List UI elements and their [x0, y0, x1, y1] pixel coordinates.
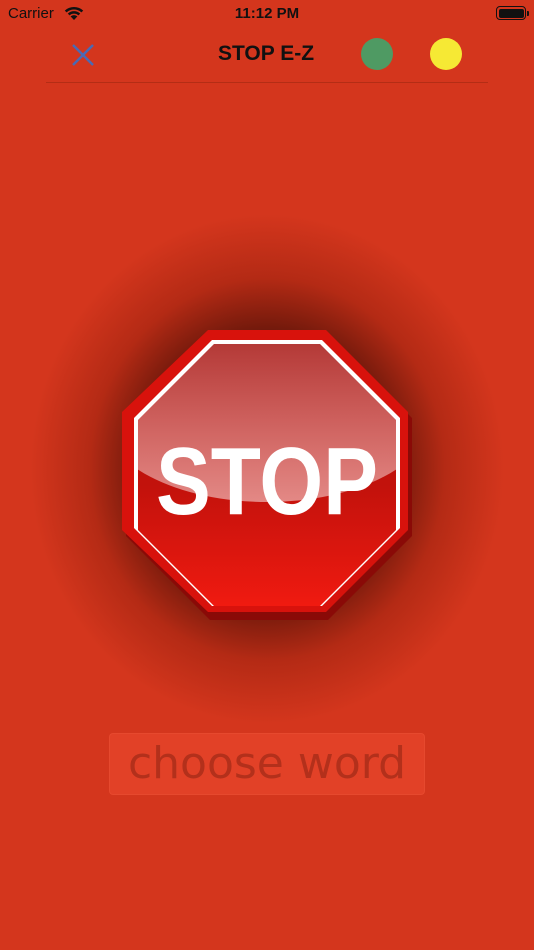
yellow-dot-button[interactable] [430, 38, 462, 70]
nav-bar: STOP E-Z [46, 30, 488, 83]
green-dot-button[interactable] [361, 38, 393, 70]
status-bar: Carrier 11:12 PM [0, 0, 534, 28]
choose-word-button[interactable]: choose word [109, 733, 425, 795]
clock: 11:12 PM [234, 5, 300, 22]
stop-sign-button[interactable]: STOP [118, 326, 416, 624]
battery-icon [496, 6, 529, 20]
stop-sign-text: STOP [156, 428, 378, 535]
close-icon[interactable] [68, 40, 98, 70]
page-title: STOP E-Z [217, 42, 315, 65]
